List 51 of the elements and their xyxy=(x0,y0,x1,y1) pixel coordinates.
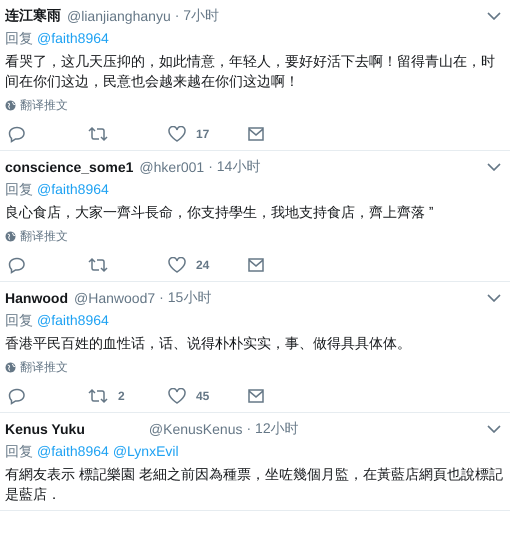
retweet-count: 2 xyxy=(118,389,125,403)
caret-icon[interactable] xyxy=(487,425,501,433)
retweet-icon[interactable] xyxy=(88,126,108,142)
tweet-text: 良心食店，大家一齊斗長命，你支持學生，我地支持食店，齊上齊落 ˮ xyxy=(5,203,435,222)
tweet-text: 香港平民百姓的血性话，话、说得朴朴实实，事、做得具具体体。 xyxy=(5,334,412,353)
mention-link[interactable]: @faith8964 xyxy=(37,181,109,199)
reply-icon[interactable] xyxy=(8,126,26,142)
retweet-icon[interactable] xyxy=(88,257,108,273)
mention-link[interactable]: @faith8964 xyxy=(37,30,109,48)
user-handle[interactable]: @Hanwood7 xyxy=(74,290,156,306)
user-name[interactable]: Hanwood xyxy=(5,290,68,306)
user-name[interactable]: Kenus Yuku xyxy=(5,421,85,437)
mention-link[interactable]: @faith8964 xyxy=(37,312,109,330)
tweet-text: 有網友表示 標記樂園 老細之前因為種票，坐咗幾個月監，在黃藍店網頁也說標記是藍店． xyxy=(5,465,504,504)
user-handle[interactable]: @lianjianghanyu xyxy=(67,8,171,24)
globe-icon xyxy=(5,362,16,373)
mail-icon[interactable] xyxy=(248,389,264,403)
caret-icon[interactable] xyxy=(487,294,501,302)
reply-label: 回复 xyxy=(5,312,33,330)
mail-icon[interactable] xyxy=(248,127,264,141)
mention-link[interactable]: @faith8964 xyxy=(37,443,109,461)
reply-label: 回复 xyxy=(5,181,33,199)
translate-link[interactable]: 翻译推文 xyxy=(5,228,68,245)
user-handle[interactable]: @hker001 xyxy=(139,159,204,175)
reply-label: 回复 xyxy=(5,443,33,461)
reply-label: 回复 xyxy=(5,30,33,48)
user-handle[interactable]: @KenusKenus xyxy=(148,421,242,437)
tweet-text: 看哭了，这几天压抑的，如此情意，年轻人，要好好活下去啊！留得青山在，时间在你们这边，民意也会越来越在你们这边啊！ xyxy=(5,52,496,91)
translate-link[interactable]: 翻译推文 xyxy=(5,97,68,114)
caret-icon[interactable] xyxy=(487,163,501,171)
tweet-time[interactable]: · 14小时 xyxy=(208,158,260,176)
user-name[interactable]: conscience_some1 xyxy=(5,159,134,175)
heart-icon[interactable] xyxy=(168,388,186,404)
like-count: 45 xyxy=(196,389,210,403)
caret-icon[interactable] xyxy=(487,12,501,20)
translate-link[interactable]: 翻译推文 xyxy=(5,359,68,376)
globe-icon xyxy=(5,231,16,242)
reply-icon[interactable] xyxy=(8,388,26,404)
heart-icon[interactable] xyxy=(168,126,186,142)
like-count: 24 xyxy=(196,258,210,272)
like-count: 17 xyxy=(196,127,210,141)
tweet-time[interactable]: · 15小时 xyxy=(159,289,212,307)
user-name[interactable]: 连江寒雨 xyxy=(5,7,61,25)
tweet-time[interactable]: · 7小时 xyxy=(174,7,220,25)
reply-icon[interactable] xyxy=(8,256,26,274)
mail-icon[interactable] xyxy=(248,258,264,272)
mention-link[interactable]: @LynxEvil xyxy=(112,443,179,461)
tweet-time[interactable]: · 12小时 xyxy=(246,420,299,438)
heart-icon[interactable] xyxy=(168,257,186,273)
globe-icon xyxy=(5,100,16,111)
retweet-icon[interactable] xyxy=(88,388,108,404)
